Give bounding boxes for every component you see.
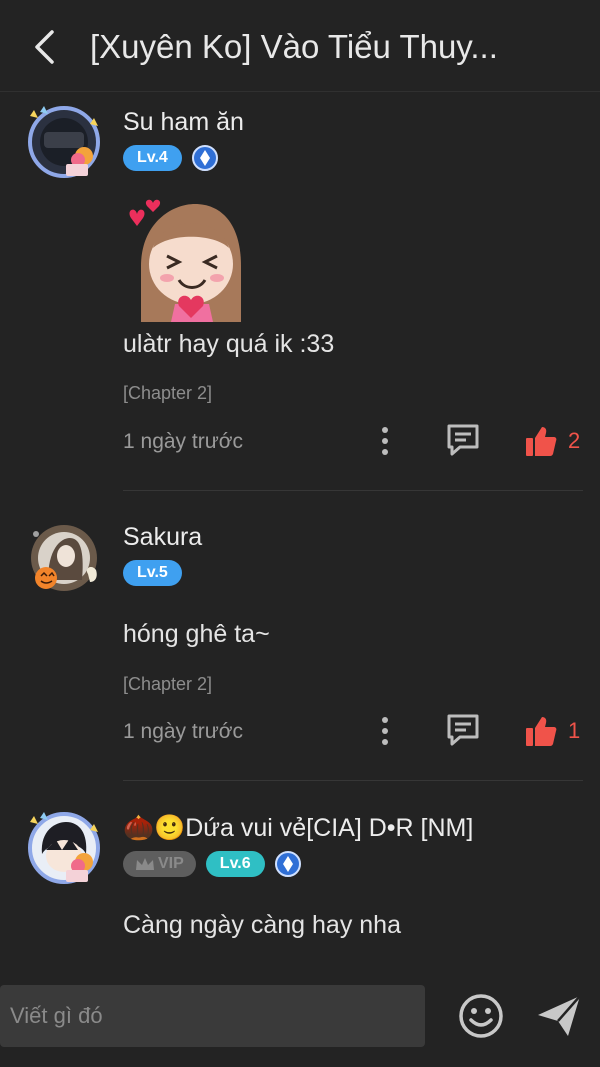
thumbs-up-icon: [526, 427, 557, 456]
reply-icon[interactable]: [444, 421, 482, 459]
avatar-image: [31, 525, 97, 591]
comment-input[interactable]: [0, 985, 425, 1047]
send-icon[interactable]: [536, 993, 582, 1039]
timestamp: 1 ngày trước: [123, 430, 244, 453]
more-vertical-icon[interactable]: [372, 714, 398, 748]
like-button[interactable]: 2: [524, 423, 580, 459]
chapter-tag[interactable]: [Chapter 2]: [123, 383, 212, 404]
sticker-image: [129, 199, 241, 322]
like-button[interactable]: 1: [524, 713, 580, 749]
emoji-icon[interactable]: [457, 992, 505, 1040]
avatar-image: [28, 812, 100, 884]
vip-label: VIP: [158, 855, 184, 872]
thumbs-up-icon: [526, 717, 557, 746]
avatar-image: [28, 106, 100, 178]
crown-icon: [136, 858, 154, 870]
header-bar: [Xuyên Ko] Vào Tiểu Thuy...: [0, 0, 600, 92]
like-count: 1: [568, 718, 581, 743]
comment-text: hóng ghê ta~: [123, 620, 270, 648]
avatar[interactable]: [26, 520, 102, 596]
reply-icon[interactable]: [444, 711, 482, 749]
medal-icon: [274, 851, 301, 877]
divider: [123, 490, 583, 491]
badge-row: Lv.5: [123, 559, 182, 587]
username[interactable]: 🌰🙂Dứa vui vẻ[CIA] D•R [NM]: [123, 814, 473, 843]
badge-row: VIP Lv.6: [123, 850, 301, 878]
chapter-tag[interactable]: [Chapter 2]: [123, 674, 212, 695]
comment-text: ulàtr hay quá ik :33: [123, 330, 335, 358]
avatar[interactable]: [26, 810, 102, 886]
page-title: [Xuyên Ko] Vào Tiểu Thuy...: [90, 28, 498, 65]
more-vertical-icon[interactable]: [372, 424, 398, 458]
username[interactable]: Sakura: [123, 523, 202, 552]
like-count: 2: [568, 428, 581, 453]
username[interactable]: Su ham ăn: [123, 108, 244, 137]
level-badge: Lv.5: [123, 560, 182, 586]
level-badge: Lv.4: [123, 145, 182, 171]
back-button[interactable]: [22, 24, 66, 70]
vip-badge: VIP: [123, 851, 196, 877]
comment-text: Càng ngày càng hay nha: [123, 911, 401, 939]
timestamp: 1 ngày trước: [123, 720, 244, 743]
medal-icon: [191, 145, 218, 171]
divider: [123, 780, 583, 781]
badge-row: Lv.4: [123, 144, 218, 172]
comment-composer: [0, 965, 600, 1067]
chevron-left-icon: [35, 30, 54, 64]
avatar[interactable]: [26, 104, 102, 180]
level-badge: Lv.6: [205, 851, 265, 877]
